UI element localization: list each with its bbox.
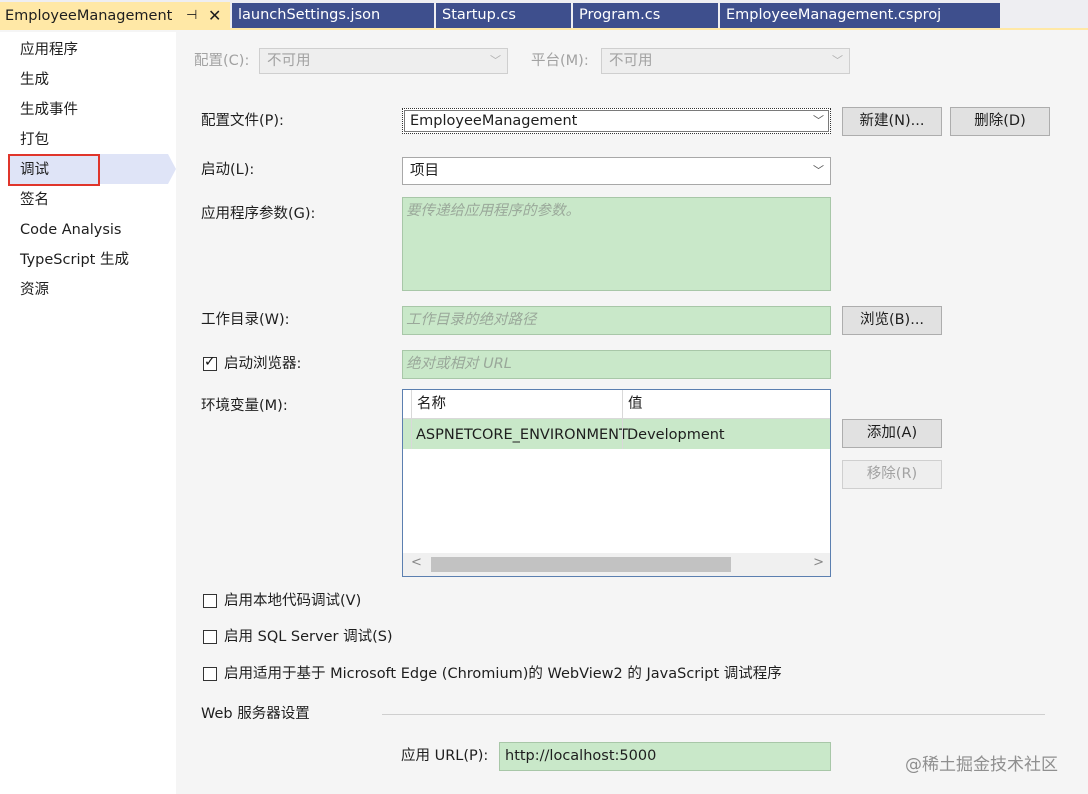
profile-label: 配置文件(P): <box>201 113 284 129</box>
app-url-label: 应用 URL(P): <box>401 748 489 764</box>
column-divider <box>411 390 412 449</box>
sql-debug-label: 启用 SQL Server 调试(S) <box>224 629 393 645</box>
sql-debug-checkbox[interactable] <box>203 630 217 644</box>
config-value: 不可用 <box>267 53 311 69</box>
env-row-value[interactable]: Development <box>627 425 725 445</box>
platform-label: 平台(M): <box>531 53 589 69</box>
tab-label: EmployeeManagement <box>5 8 173 24</box>
scrollbar-thumb[interactable] <box>431 557 731 572</box>
config-label: 配置(C): <box>194 53 250 69</box>
env-variables-grid[interactable]: 名称 值 ASPNETCORE_ENVIRONMENT Development … <box>402 389 831 577</box>
env-column-name[interactable]: 名称 <box>417 394 446 414</box>
horizontal-scrollbar[interactable]: < > <box>403 553 830 576</box>
debug-highlight-box <box>8 154 100 186</box>
browse-button[interactable]: 浏览(B)... <box>842 306 942 335</box>
native-debug-checkbox[interactable] <box>203 594 217 608</box>
app-url-input[interactable]: http://localhost:5000 <box>499 742 831 771</box>
new-profile-button[interactable]: 新建(N)... <box>842 107 942 136</box>
delete-profile-button[interactable]: 删除(D) <box>950 107 1050 136</box>
table-row[interactable]: ASPNETCORE_ENVIRONMENT Development <box>403 419 830 449</box>
profile-value: EmployeeManagement <box>410 113 578 129</box>
remove-env-button[interactable]: 移除(R) <box>842 460 942 489</box>
tab-label: Program.cs <box>579 7 661 23</box>
column-divider <box>622 390 623 449</box>
pin-icon[interactable]: ⊣ <box>186 2 197 30</box>
launch-browser-placeholder: 绝对或相对 URL <box>406 356 512 372</box>
close-icon[interactable]: ✕ <box>208 2 221 30</box>
chevron-down-icon: ﹀ <box>813 114 824 127</box>
env-grid-header: 名称 值 <box>403 390 830 419</box>
env-column-value[interactable]: 值 <box>628 394 643 414</box>
launch-dropdown[interactable]: 项目 ﹀ <box>402 157 831 185</box>
chevron-down-icon: ﹀ <box>813 164 824 177</box>
section-divider <box>382 714 1045 715</box>
tab-program[interactable]: Program.cs <box>573 3 718 28</box>
tab-launch-settings[interactable]: launchSettings.json <box>232 3 434 28</box>
sidebar-item-typescript-build[interactable]: TypeScript 生成 <box>20 250 129 270</box>
sidebar-item-build-events[interactable]: 生成事件 <box>20 100 78 120</box>
sidebar-item-build[interactable]: 生成 <box>20 70 49 90</box>
chevron-down-icon: ﹀ <box>832 54 843 67</box>
launch-value: 项目 <box>410 163 439 179</box>
launch-browser-checkbox[interactable] <box>203 354 217 371</box>
launch-browser-label: 启动浏览器: <box>224 356 302 372</box>
platform-dropdown[interactable]: 不可用 ﹀ <box>601 48 850 74</box>
watermark: @稀土掘金技术社区 <box>905 755 1058 775</box>
webview2-debug-checkbox[interactable] <box>203 667 217 681</box>
chevron-down-icon: ﹀ <box>490 54 501 67</box>
scroll-right-icon[interactable]: > <box>813 555 824 570</box>
tab-label: EmployeeManagement.csproj <box>726 7 942 23</box>
work-dir-input[interactable]: 工作目录的绝对路径 <box>402 306 831 335</box>
debug-settings-panel: 配置(C): 不可用 ﹀ 平台(M): 不可用 ﹀ 配置文件(P): Emplo… <box>176 32 1088 794</box>
scroll-left-icon[interactable]: < <box>411 555 422 570</box>
env-row-name[interactable]: ASPNETCORE_ENVIRONMENT <box>416 425 628 445</box>
selected-item-arrow <box>168 154 176 184</box>
sidebar-item-package[interactable]: 打包 <box>20 130 49 150</box>
app-url-value: http://localhost:5000 <box>505 748 657 764</box>
work-dir-placeholder: 工作目录的绝对路径 <box>406 312 537 328</box>
tab-csproj[interactable]: EmployeeManagement.csproj <box>720 3 1000 28</box>
tab-employee-management[interactable]: EmployeeManagement ⊣ ✕ <box>0 2 230 30</box>
env-label: 环境变量(M): <box>201 398 288 414</box>
native-debug-label: 启用本地代码调试(V) <box>224 593 362 609</box>
tab-label: launchSettings.json <box>238 7 381 23</box>
app-args-label: 应用程序参数(G): <box>201 206 316 222</box>
tab-label: Startup.cs <box>442 7 516 23</box>
webview2-debug-label: 启用适用于基于 Microsoft Edge (Chromium)的 WebVi… <box>224 666 782 682</box>
launch-label: 启动(L): <box>201 162 255 178</box>
sidebar-item-code-analysis[interactable]: Code Analysis <box>20 220 121 240</box>
config-dropdown[interactable]: 不可用 ﹀ <box>259 48 508 74</box>
app-args-input[interactable]: 要传递给应用程序的参数。 <box>402 197 831 291</box>
work-dir-label: 工作目录(W): <box>201 312 290 328</box>
sidebar-item-signing[interactable]: 签名 <box>20 190 49 210</box>
add-env-button[interactable]: 添加(A) <box>842 419 942 448</box>
launch-browser-url-input[interactable]: 绝对或相对 URL <box>402 350 831 379</box>
document-tab-strip: EmployeeManagement ⊣ ✕ launchSettings.js… <box>0 0 1088 30</box>
web-server-section-title: Web 服务器设置 <box>201 706 310 722</box>
app-args-placeholder: 要传递给应用程序的参数。 <box>406 203 580 219</box>
platform-value: 不可用 <box>609 53 653 69</box>
sidebar-item-application[interactable]: 应用程序 <box>20 40 78 60</box>
profile-dropdown[interactable]: EmployeeManagement ﹀ <box>402 108 831 134</box>
tab-startup[interactable]: Startup.cs <box>436 3 571 28</box>
sidebar-item-resources[interactable]: 资源 <box>20 280 49 300</box>
property-pages-sidebar: 应用程序 生成 生成事件 打包 调试 签名 Code Analysis Type… <box>0 32 176 794</box>
